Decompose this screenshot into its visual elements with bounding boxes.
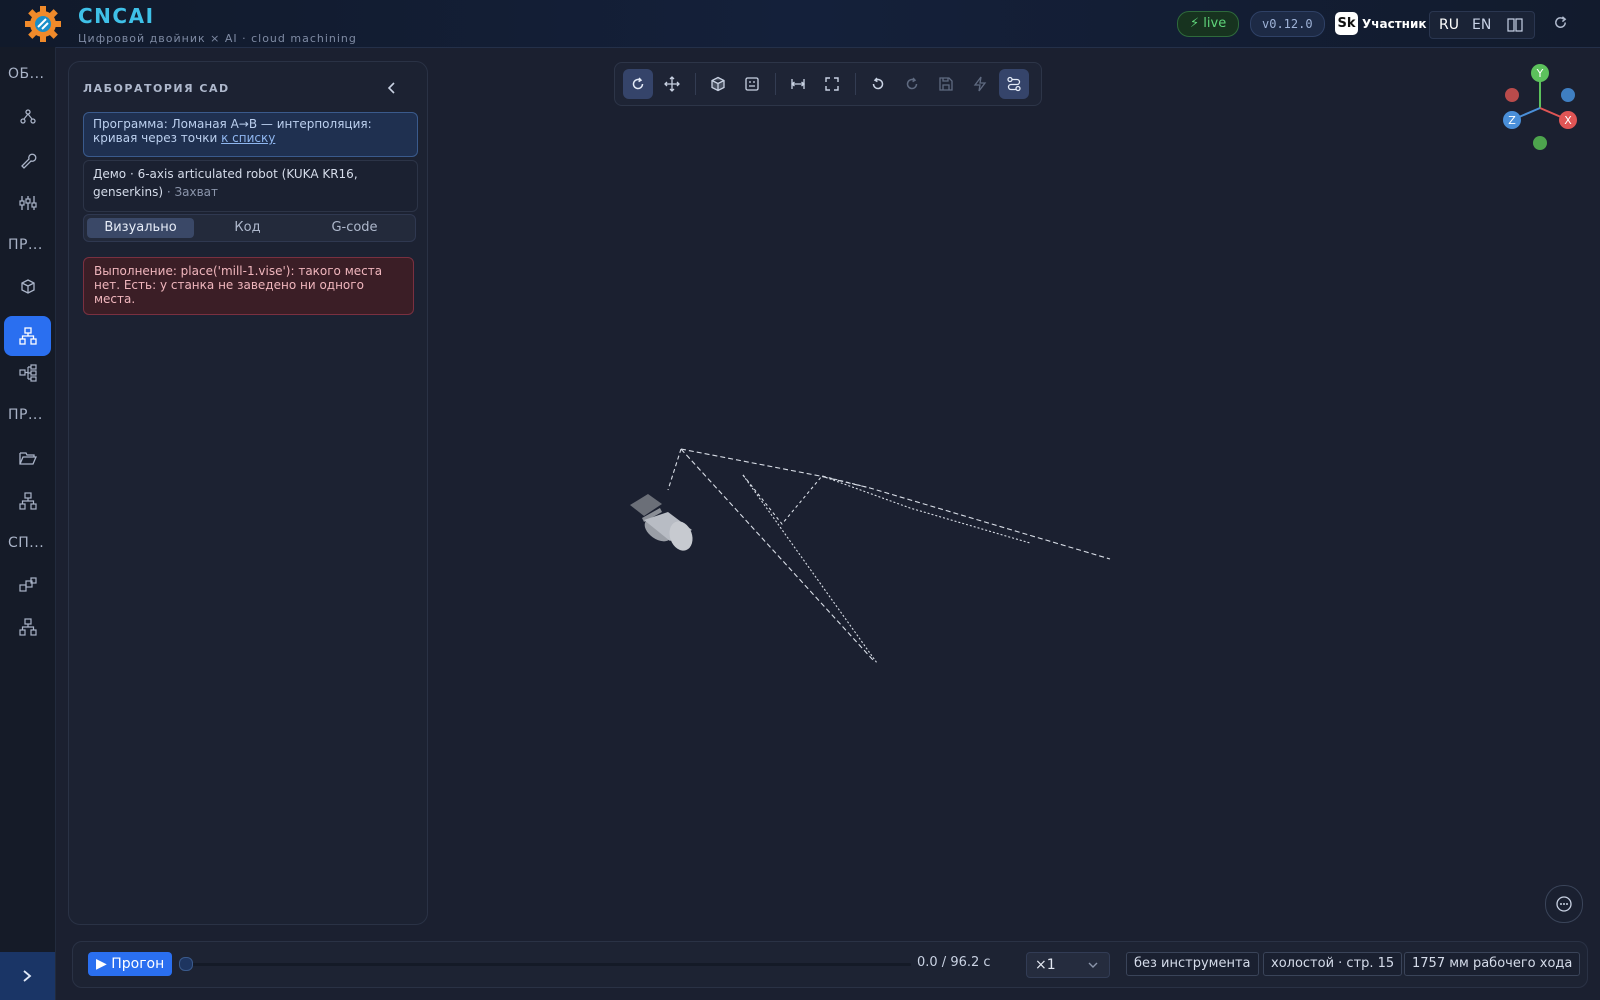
chevron-down-icon: [1088, 962, 1098, 968]
speed-value: ×1: [1035, 957, 1056, 973]
path-button[interactable]: [999, 69, 1029, 99]
sidebar-section-2[interactable]: ПР...: [8, 237, 52, 253]
measure-button[interactable]: [783, 69, 813, 99]
view-tabs: Визуально Код G-code: [83, 214, 416, 242]
cad-panel-title: ЛАБОРАТОРИЯ CAD: [83, 82, 230, 95]
toolbar-separator: [775, 73, 776, 95]
blocks-icon[interactable]: [19, 576, 37, 594]
back-to-list-link[interactable]: к списку: [221, 131, 275, 145]
bolt-button[interactable]: [965, 69, 995, 99]
path-icon: [1007, 76, 1021, 92]
orbit-button[interactable]: [623, 69, 653, 99]
tab-visual[interactable]: Визуально: [87, 218, 194, 238]
z-axis-label: Z: [1508, 114, 1516, 127]
timeline-scrubber[interactable]: [179, 957, 193, 971]
chat-button[interactable]: [1545, 885, 1583, 923]
time-readout: 0.0 / 96.2 с: [917, 955, 991, 970]
neg-x-handle[interactable]: [1505, 88, 1519, 102]
live-label: live: [1203, 16, 1227, 31]
undo-icon: [872, 77, 884, 90]
playback-bar: ▶ Прогон 0.0 / 96.2 с ×1 без инструмента…: [72, 941, 1588, 988]
version-badge: v0.12.0: [1250, 11, 1325, 37]
chat-icon: [1556, 896, 1572, 912]
graph-nodes-icon[interactable]: [19, 108, 37, 126]
neg-y-handle[interactable]: [1533, 136, 1547, 150]
cube-view-button[interactable]: [703, 69, 733, 99]
fullscreen-icon: [825, 77, 839, 91]
live-status-badge: ⚡ live: [1177, 11, 1240, 37]
demo-text: Демо · 6-axis articulated robot (KUKA KR…: [93, 167, 358, 199]
panel-toggle-icon[interactable]: [1507, 18, 1523, 32]
viewport-toolbar: [614, 62, 1042, 106]
axis-gizmo[interactable]: Y X Z: [1495, 62, 1585, 154]
save-icon: [939, 77, 953, 91]
cad-lab-panel: ЛАБОРАТОРИЯ CAD Программа: Ломаная A→B —…: [68, 61, 428, 925]
neg-z-handle[interactable]: [1561, 88, 1575, 102]
execution-error: Выполнение: place('mill-1.vise'): такого…: [83, 257, 414, 315]
hierarchy-icon[interactable]: [19, 327, 37, 345]
org-chart-icon[interactable]: [19, 492, 37, 510]
chevron-right-icon: [23, 970, 32, 982]
tree-icon[interactable]: [19, 364, 37, 382]
sidebar-expand-button[interactable]: [0, 952, 55, 1000]
travel-status-chip: 1757 мм рабочего хода: [1404, 952, 1581, 976]
robot-gripper-model: [630, 494, 693, 551]
demo-info: Демо · 6-axis articulated robot (KUKA KR…: [83, 160, 418, 212]
program-info: Программа: Ломаная A→B — интерполяция: к…: [83, 112, 418, 157]
toolpath: [667, 448, 1111, 664]
sidebar-section-1[interactable]: ОБ...: [8, 66, 52, 82]
idle-status-chip: холостой · стр. 15: [1263, 952, 1403, 976]
language-switcher: RU EN: [1429, 11, 1535, 39]
lang-en-button[interactable]: EN: [1472, 12, 1491, 38]
demo-grip: · Захват: [166, 185, 219, 199]
timeline-track[interactable]: [189, 963, 911, 966]
measure-icon: [790, 79, 806, 89]
member-label[interactable]: Участник: [1362, 17, 1427, 31]
app-header: CNCAI Цифровой двойник × AI · cloud mach…: [0, 0, 1600, 48]
folder-open-icon[interactable]: [19, 449, 37, 467]
redo-icon: [906, 77, 918, 90]
network-icon[interactable]: [19, 618, 37, 636]
cube-icon[interactable]: [19, 278, 37, 296]
app-subtitle: Цифровой двойник × AI · cloud machining: [78, 32, 357, 45]
toolbar-separator: [695, 73, 696, 95]
save-button[interactable]: [931, 69, 961, 99]
app-title: CNCAI: [78, 4, 155, 28]
tab-code[interactable]: Код: [194, 218, 301, 238]
sk-logo: Sk: [1335, 12, 1358, 35]
frame-button[interactable]: [737, 69, 767, 99]
bolt-icon: ⚡: [1190, 16, 1200, 31]
y-axis-label: Y: [1536, 67, 1544, 80]
lang-ru-button[interactable]: RU: [1439, 12, 1459, 38]
wrench-icon[interactable]: [19, 151, 37, 169]
sliders-icon[interactable]: [19, 194, 37, 212]
tab-gcode[interactable]: G-code: [301, 218, 408, 238]
orbit-icon: [632, 77, 644, 90]
pan-icon: [664, 76, 680, 92]
undo-button[interactable]: [863, 69, 893, 99]
speed-select[interactable]: ×1: [1026, 952, 1110, 978]
gear-logo-icon[interactable]: [22, 6, 64, 42]
refresh-icon[interactable]: [1553, 15, 1568, 30]
chevron-left-icon[interactable]: [385, 81, 399, 95]
cube-view-icon: [711, 76, 725, 92]
x-axis-label: X: [1564, 114, 1572, 127]
toolbar-separator: [855, 73, 856, 95]
run-button[interactable]: ▶ Прогон: [88, 952, 173, 976]
sidebar-section-3[interactable]: ПР...: [8, 407, 52, 423]
redo-button[interactable]: [897, 69, 927, 99]
bolt-icon: [973, 76, 987, 92]
fullscreen-button[interactable]: [817, 69, 847, 99]
tool-status-chip: без инструмента: [1126, 952, 1259, 976]
frame-icon: [745, 77, 759, 91]
pan-button[interactable]: [657, 69, 687, 99]
scene-viewport[interactable]: [620, 430, 1120, 680]
sidebar-section-4[interactable]: СП...: [8, 535, 52, 551]
left-sidebar: ОБ... ПР... ПР... СП...: [0, 47, 56, 1000]
